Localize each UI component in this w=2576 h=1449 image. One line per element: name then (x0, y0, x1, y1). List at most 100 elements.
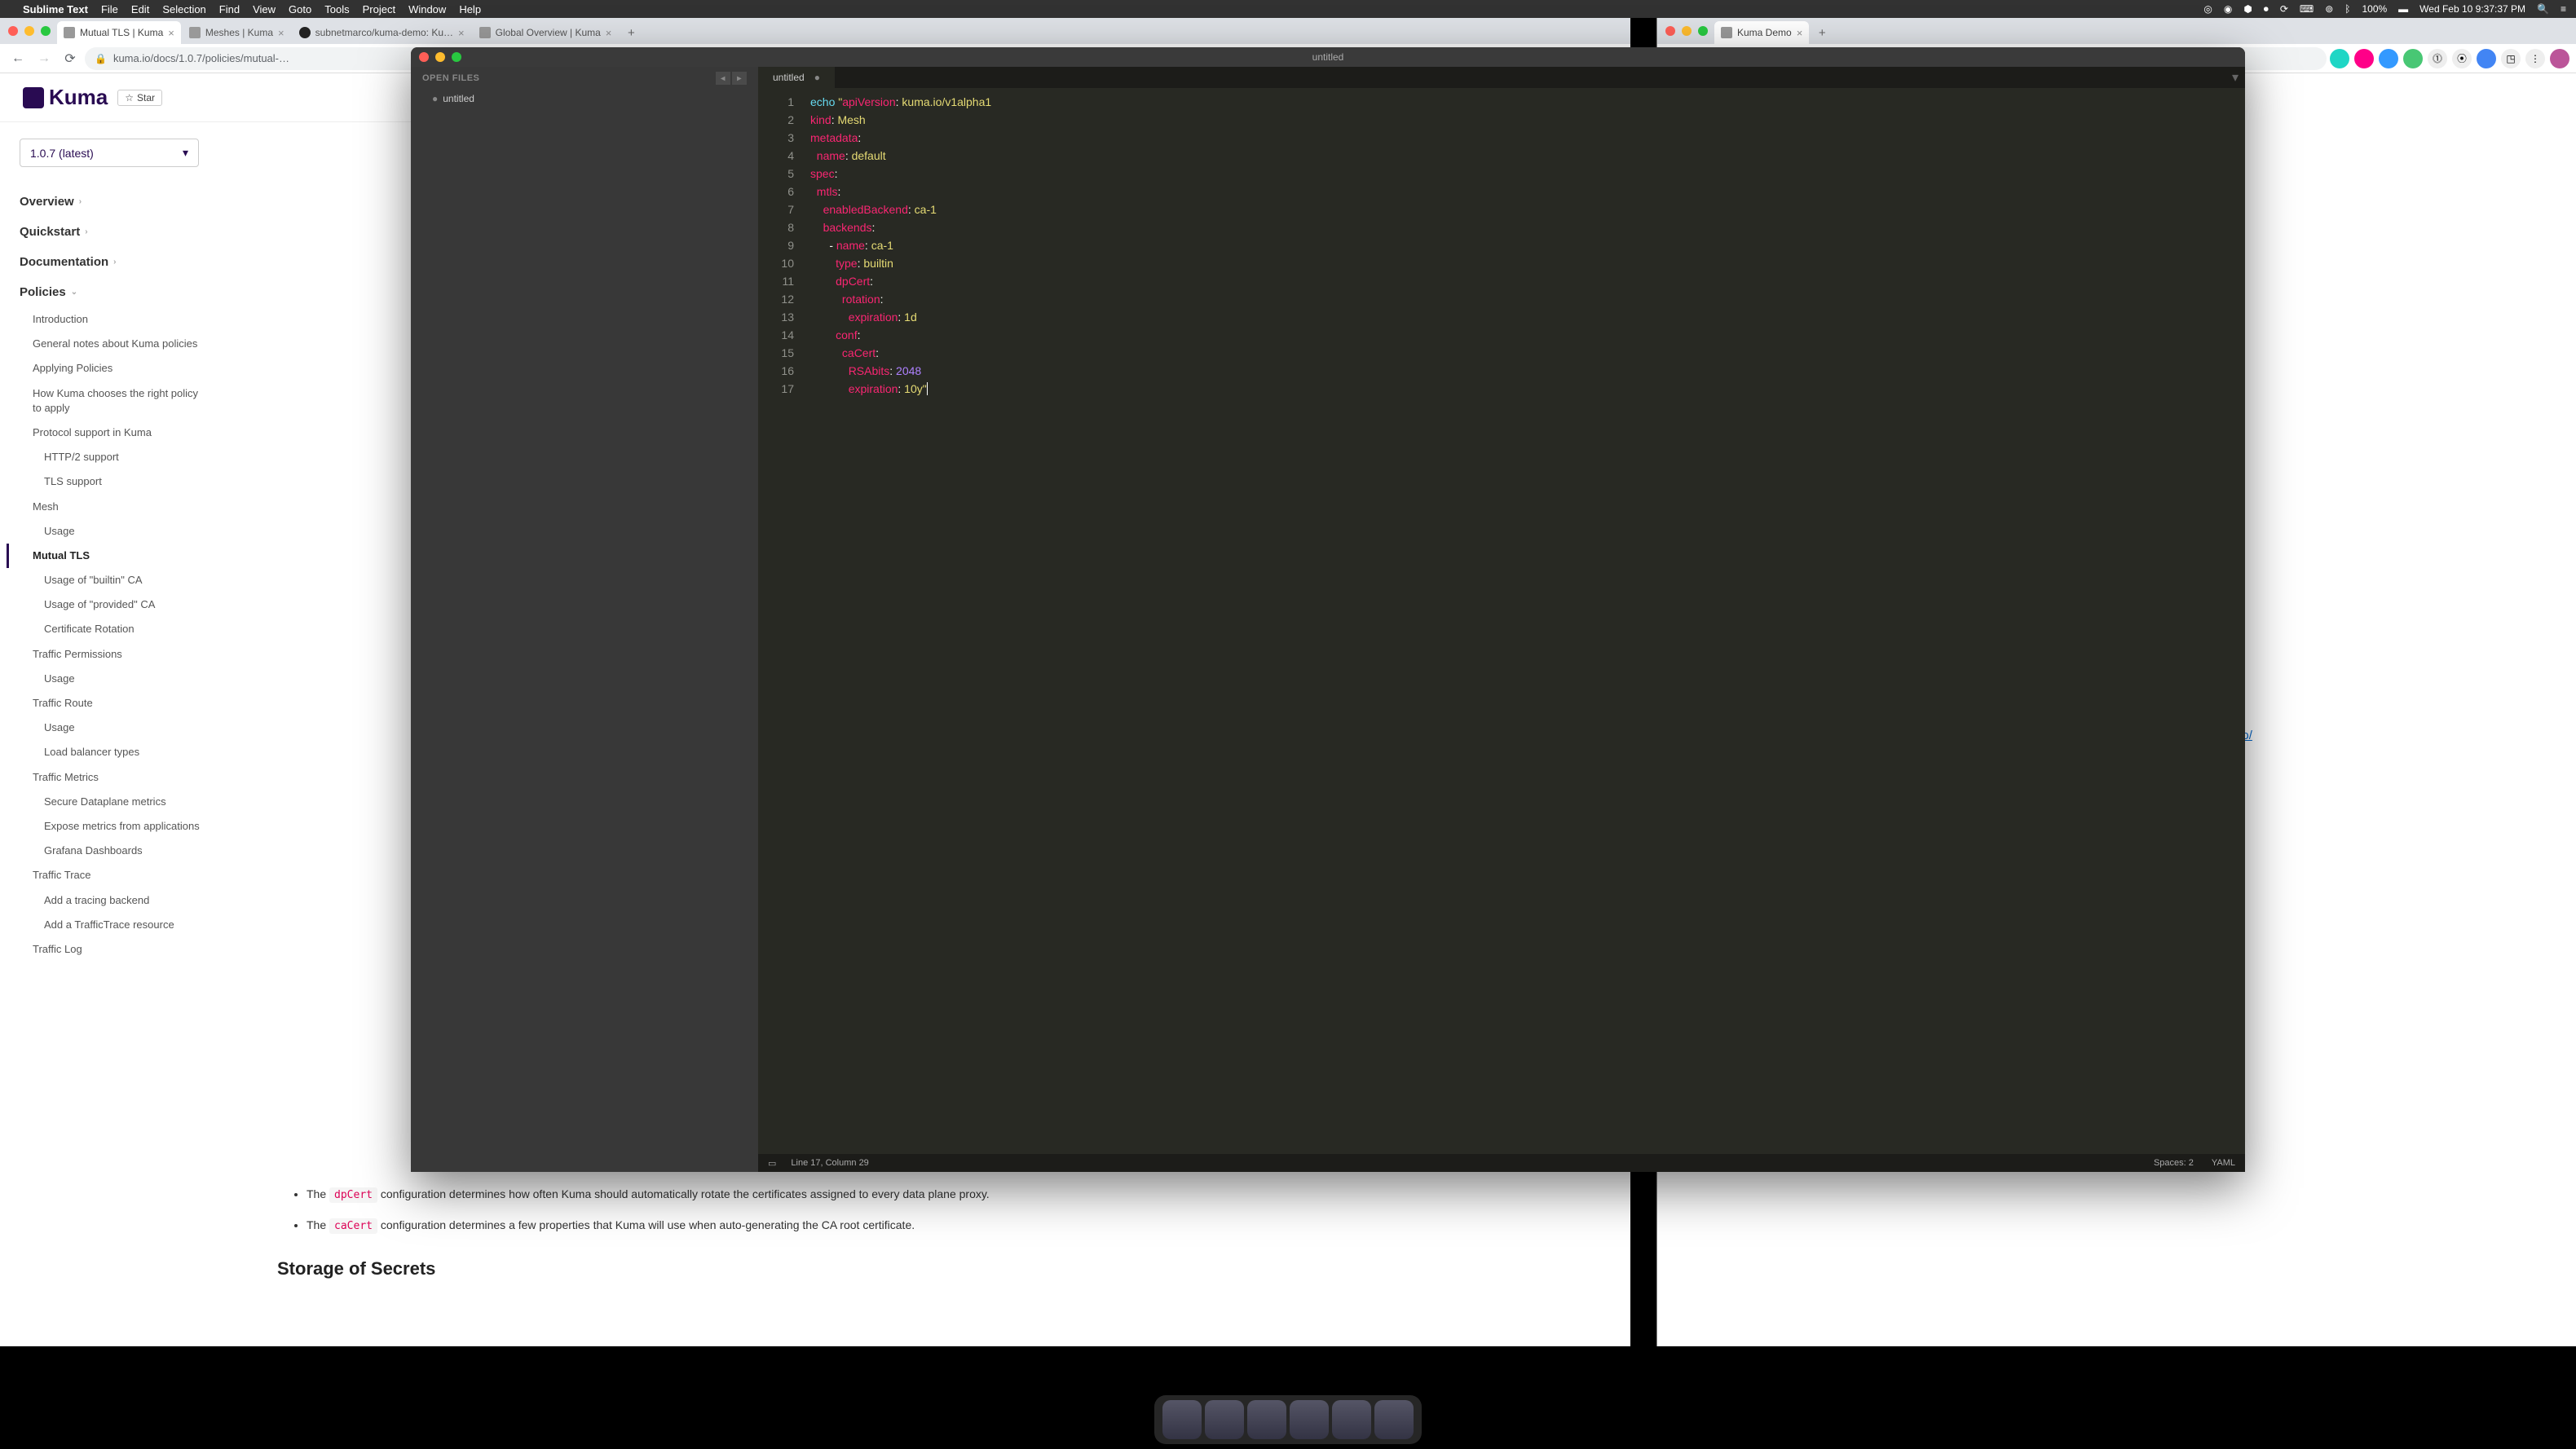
window-minimize[interactable] (24, 26, 34, 36)
window-close[interactable] (8, 26, 18, 36)
nav-cert-rotation[interactable]: Certificate Rotation (20, 617, 209, 641)
open-file-item[interactable]: ●untitled (411, 90, 758, 108)
extension-icon[interactable]: ⋮ (2525, 49, 2545, 68)
menubar-tools[interactable]: Tools (324, 3, 349, 15)
nav-documentation[interactable]: Documentation› (20, 247, 209, 277)
menubar-icon[interactable]: ⏺ (2264, 3, 2269, 15)
nav-general-notes[interactable]: General notes about Kuma policies (20, 332, 209, 356)
extension-icon[interactable] (2330, 49, 2349, 68)
menubar-icon[interactable]: ◎ (2203, 3, 2212, 15)
kuma-logo[interactable]: Kuma (23, 85, 108, 110)
nav-applying-policies[interactable]: Applying Policies (20, 356, 209, 381)
nav-quickstart[interactable]: Quickstart› (20, 217, 209, 247)
menubar-icon[interactable]: ◉ (2224, 3, 2232, 15)
battery-icon[interactable]: 100% (2362, 3, 2387, 15)
forward-button[interactable]: → (33, 47, 55, 70)
nav-usage[interactable]: Usage (20, 667, 209, 691)
menubar-file[interactable]: File (101, 3, 118, 15)
nav-traffic-route[interactable]: Traffic Route (20, 691, 209, 716)
browser-tab-overview[interactable]: Global Overview | Kuma × (473, 21, 619, 44)
nav-traffic-log[interactable]: Traffic Log (20, 937, 209, 962)
dock-app-icon[interactable] (1332, 1400, 1371, 1439)
nav-protocol-support[interactable]: Protocol support in Kuma (20, 421, 209, 445)
menubar-edit[interactable]: Edit (131, 3, 149, 15)
new-tab-button[interactable]: + (620, 21, 642, 44)
dock-app-icon[interactable] (1162, 1400, 1202, 1439)
tab-close-icon[interactable]: × (278, 27, 285, 39)
menubar-icon[interactable]: ⬢ (2243, 3, 2252, 15)
cursor-position[interactable]: Line 17, Column 29 (791, 1158, 868, 1168)
menubar-help[interactable]: Help (459, 3, 481, 15)
bluetooth-icon[interactable]: ᛒ (2344, 3, 2350, 15)
nav-tls-support[interactable]: TLS support (20, 469, 209, 494)
menubar-clock[interactable]: Wed Feb 10 9:37:37 PM (2419, 3, 2525, 15)
nav-policies[interactable]: Policies⌄ (20, 277, 209, 307)
browser-tab-github[interactable]: subnetmarco/kuma-demo: Ku… × (293, 21, 471, 44)
nav-provided-ca[interactable]: Usage of "provided" CA (20, 592, 209, 617)
extension-icon[interactable]: ⓵ (2428, 49, 2447, 68)
sublime-titlebar[interactable]: untitled (411, 47, 2245, 67)
back-button[interactable]: ← (7, 47, 29, 70)
console-icon[interactable]: ▭ (768, 1158, 776, 1169)
nav-expose-metrics[interactable]: Expose metrics from applications (20, 814, 209, 839)
extension-icon[interactable]: ⦿ (2452, 49, 2472, 68)
version-selector[interactable]: 1.0.7 (latest) ▾ (20, 139, 199, 167)
window-maximize[interactable] (452, 52, 461, 62)
dock-app-icon[interactable] (1374, 1400, 1414, 1439)
browser-tab-demo[interactable]: Kuma Demo × (1714, 21, 1809, 44)
sidebar-forward-button[interactable]: ▸ (732, 72, 747, 85)
minimap[interactable] (2164, 88, 2245, 1154)
github-star-button[interactable]: ☆ Star (117, 90, 162, 106)
extension-icon[interactable]: ◳ (2501, 49, 2521, 68)
nav-usage[interactable]: Usage (20, 519, 209, 544)
tab-close-icon[interactable]: × (606, 27, 612, 39)
nav-builtin-ca[interactable]: Usage of "builtin" CA (20, 568, 209, 592)
menubar-window[interactable]: Window (408, 3, 446, 15)
code-content[interactable]: echo "apiVersion: kuma.io/v1alpha1kind: … (802, 88, 2245, 1154)
nav-add-resource[interactable]: Add a TrafficTrace resource (20, 913, 209, 937)
extension-icon[interactable] (2354, 49, 2374, 68)
nav-traffic-metrics[interactable]: Traffic Metrics (20, 765, 209, 790)
spotlight-icon[interactable]: 🔍 (2537, 3, 2549, 15)
syntax-mode[interactable]: YAML (2212, 1158, 2235, 1168)
nav-lb-types[interactable]: Load balancer types (20, 740, 209, 764)
menubar-find[interactable]: Find (219, 3, 240, 15)
window-close[interactable] (1665, 26, 1675, 36)
nav-mutual-tls[interactable]: Mutual TLS (7, 544, 209, 568)
dock-app-icon[interactable] (1247, 1400, 1286, 1439)
nav-http2[interactable]: HTTP/2 support (20, 445, 209, 469)
tab-close-icon[interactable]: × (1797, 27, 1803, 39)
indent-settings[interactable]: Spaces: 2 (2154, 1158, 2194, 1168)
code-editor[interactable]: 1234567891011121314151617 echo "apiVersi… (758, 88, 2245, 1154)
dock-app-icon[interactable] (1290, 1400, 1329, 1439)
tab-close-icon[interactable]: × (458, 27, 465, 39)
menubar-icon[interactable]: ⌨ (2300, 3, 2314, 15)
nav-overview[interactable]: Overview› (20, 187, 209, 217)
menubar-icon[interactable]: ⟳ (2280, 3, 2288, 15)
profile-icon[interactable] (2550, 49, 2569, 68)
nav-usage[interactable]: Usage (20, 716, 209, 740)
menubar-app-name[interactable]: Sublime Text (23, 3, 88, 15)
nav-how-chooses[interactable]: How Kuma chooses the right policy to app… (20, 381, 209, 421)
sidebar-back-button[interactable]: ◂ (716, 72, 730, 85)
window-maximize[interactable] (1698, 26, 1708, 36)
nav-mesh[interactable]: Mesh (20, 495, 209, 519)
extension-icon[interactable] (2403, 49, 2423, 68)
menubar-goto[interactable]: Goto (289, 3, 311, 15)
nav-grafana[interactable]: Grafana Dashboards (20, 839, 209, 863)
window-maximize[interactable] (41, 26, 51, 36)
tab-close-icon[interactable]: × (168, 27, 174, 39)
new-tab-button[interactable]: + (1811, 21, 1833, 44)
dock-app-icon[interactable] (1205, 1400, 1244, 1439)
window-minimize[interactable] (1682, 26, 1692, 36)
nav-introduction[interactable]: Introduction (20, 307, 209, 332)
extension-icon[interactable] (2477, 49, 2496, 68)
extension-icon[interactable] (2379, 49, 2398, 68)
reload-button[interactable]: ⟳ (59, 47, 82, 70)
nav-add-tracing[interactable]: Add a tracing backend (20, 888, 209, 913)
wifi-icon[interactable]: ⊚ (2325, 3, 2333, 15)
menubar-view[interactable]: View (253, 3, 276, 15)
nav-traffic-trace[interactable]: Traffic Trace (20, 863, 209, 887)
nav-secure-dp[interactable]: Secure Dataplane metrics (20, 790, 209, 814)
menubar-project[interactable]: Project (363, 3, 395, 15)
